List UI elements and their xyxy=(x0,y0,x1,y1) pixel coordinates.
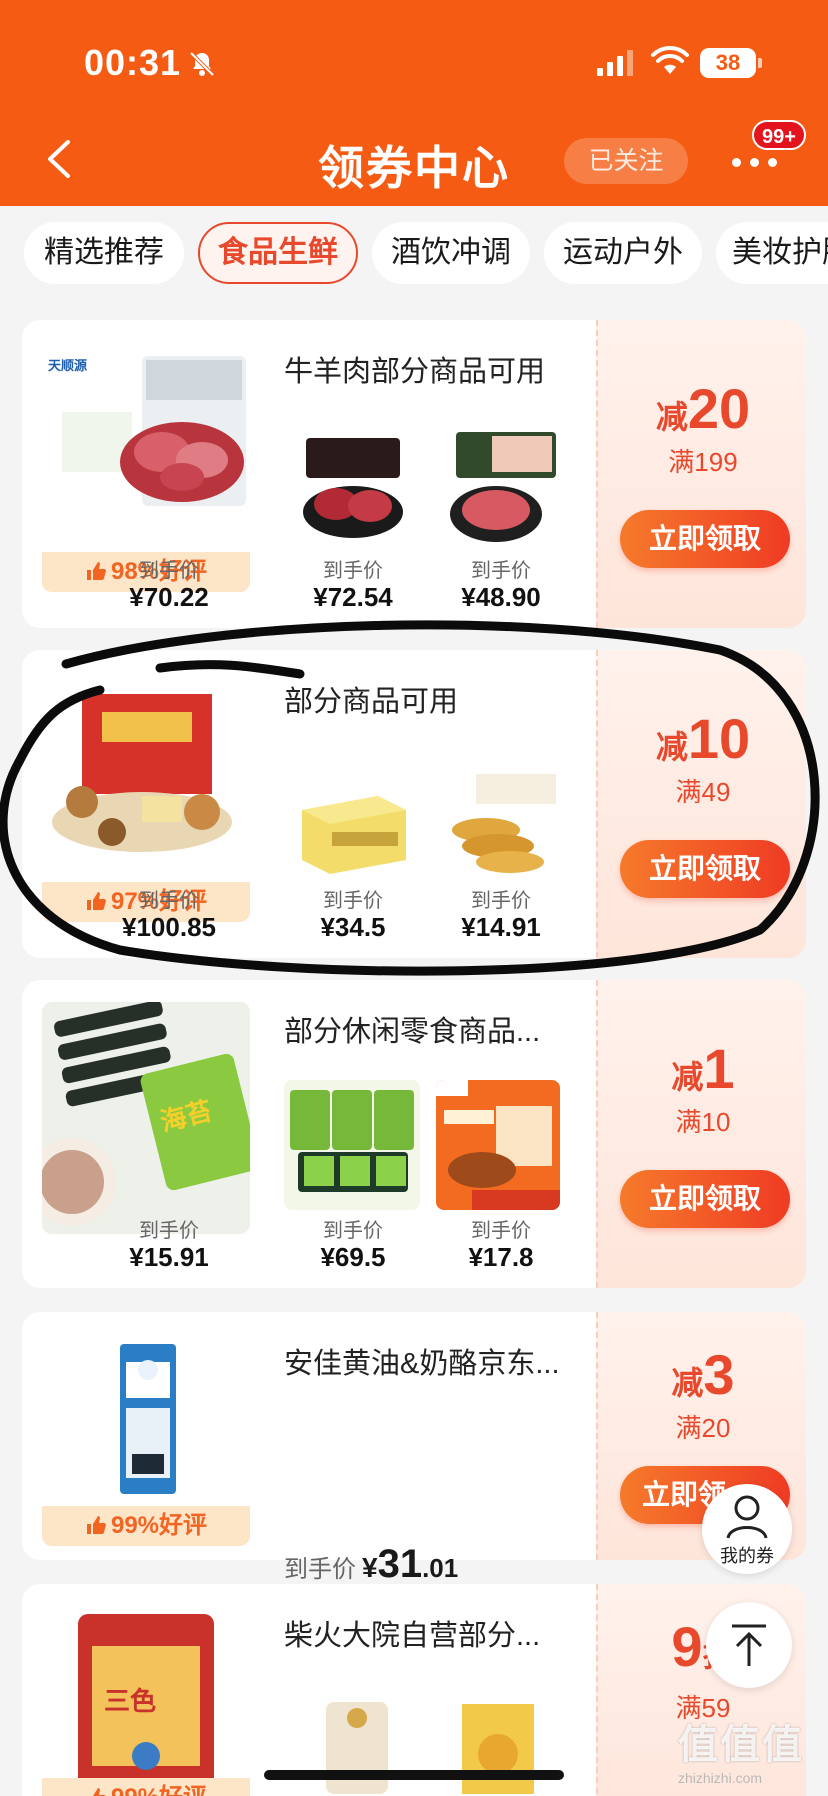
discount-condition: 满199 xyxy=(668,447,738,477)
arrow-up-icon xyxy=(732,1624,766,1666)
product-image-sliced-beef[interactable] xyxy=(436,420,566,550)
price-label: 到手价 xyxy=(323,1220,383,1242)
product-image-butter[interactable] xyxy=(42,1334,250,1506)
coupon-card: 97%好评 部分商品可用 到手价 ¥100.85 到手价 ¥34.5 到手价 ¥… xyxy=(22,650,806,958)
rating-text: 99%好评 xyxy=(111,1784,207,1796)
product-price: ¥17.8 xyxy=(468,1242,534,1272)
rating-badge: 99%好评 xyxy=(42,1778,250,1796)
price-integer: 31 xyxy=(377,1542,423,1586)
notification-badge: 99+ xyxy=(752,120,806,150)
page-title: 领券中心 xyxy=(318,142,510,194)
status-bar: 00:31 38 xyxy=(0,38,828,88)
signal-icon xyxy=(597,50,633,76)
coupon-title: 柴火大院自营部分... xyxy=(284,1620,541,1652)
battery-indicator: 38 xyxy=(700,48,762,78)
claim-coupon-button[interactable]: 立即领取 xyxy=(620,510,790,568)
product-image-pastry-rolls[interactable] xyxy=(436,750,566,880)
price-label: 到手价 xyxy=(139,890,199,912)
price-label: 到手价 xyxy=(323,890,383,912)
coupon-offer: 减20 满199 立即领取 xyxy=(596,320,806,628)
product-image-seaweed-pack[interactable] xyxy=(284,1080,420,1210)
product-price: ¥48.90 xyxy=(461,582,541,612)
product-image-spicy-snack[interactable] xyxy=(436,1080,560,1210)
discount-condition: 满49 xyxy=(675,777,731,807)
price-currency: ¥ xyxy=(362,1552,378,1583)
final-price: 到手价 ¥31.01 xyxy=(284,1542,458,1587)
coupon-title: 安佳黄油&奶酪京东... xyxy=(284,1348,560,1380)
tab-drinks[interactable]: 酒饮冲调 xyxy=(372,222,530,284)
svg-text:天顺源: 天顺源 xyxy=(48,358,87,374)
my-coupons-label: 我的券 xyxy=(720,1546,774,1566)
product-image-rice-bag[interactable]: 三色 xyxy=(42,1606,250,1796)
coupon-products[interactable]: 97%好评 部分商品可用 到手价 ¥100.85 到手价 ¥34.5 到手价 ¥… xyxy=(22,650,596,958)
my-coupons-button[interactable]: 我的券 xyxy=(702,1484,792,1574)
wifi-icon xyxy=(651,46,689,74)
category-tabs: 精选推荐 食品生鲜 酒饮冲调 运动户外 美妆护肤 xyxy=(0,222,828,288)
watermark-logo: 值值值 xyxy=(678,1723,804,1767)
thumb-up-icon xyxy=(86,1516,106,1534)
watermark: 值值值 zhizhizhi.com xyxy=(678,1712,804,1786)
home-indicator xyxy=(264,1770,564,1780)
discount-condition: 满20 xyxy=(675,1413,731,1443)
coupon-offer: 减1 满10 立即领取 xyxy=(596,980,806,1288)
product-price: ¥69.5 xyxy=(320,1242,386,1272)
price-label: 到手价 xyxy=(323,560,383,582)
product-price: ¥70.22 xyxy=(129,582,209,612)
tab-featured[interactable]: 精选推荐 xyxy=(24,222,184,284)
price-label: 到手价 xyxy=(139,560,199,582)
thumb-up-icon xyxy=(86,1788,106,1796)
coupon-card: 海苔 部分休闲零食商品... 到手价 ¥15.91 到手价 ¥69.5 到手价 … xyxy=(22,980,806,1288)
discount-amount: 减1 xyxy=(671,1037,735,1100)
user-icon xyxy=(726,1495,768,1539)
coupon-products[interactable]: 天顺源 98%好评 牛羊肉部分商品可用 到手价 ¥70.22 到手价 ¥72.5… xyxy=(22,320,596,628)
coupon-products[interactable]: 99%好评 安佳黄油&奶酪京东... 到手价 ¥31.01 xyxy=(22,1312,596,1586)
watermark-url: zhizhizhi.com xyxy=(678,1770,763,1786)
price-label: 到手价 xyxy=(471,890,531,912)
svg-text:三色: 三色 xyxy=(104,1686,156,1717)
coupon-title: 部分休闲零食商品... xyxy=(284,1016,541,1048)
back-to-top-button[interactable] xyxy=(706,1602,792,1688)
price-label: 到手价 xyxy=(284,1556,356,1583)
coupon-title: 部分商品可用 xyxy=(284,686,459,718)
tab-beauty[interactable]: 美妆护肤 xyxy=(716,222,828,284)
product-image-pastry-gift-box[interactable] xyxy=(42,672,250,880)
tab-fresh-food[interactable]: 食品生鲜 xyxy=(198,222,358,284)
coupon-products[interactable]: 海苔 部分休闲零食商品... 到手价 ¥15.91 到手价 ¥69.5 到手价 … xyxy=(22,980,596,1288)
product-image-steak[interactable] xyxy=(288,420,418,550)
discount-amount: 减10 xyxy=(655,707,751,770)
claim-coupon-button[interactable]: 立即领取 xyxy=(620,1170,790,1228)
dot-icon xyxy=(750,158,759,167)
price-decimal: .01 xyxy=(422,1553,459,1583)
price-label: 到手价 xyxy=(139,1220,199,1242)
nav-bar: 领券中心 已关注 99+ xyxy=(0,120,828,194)
coupon-products[interactable]: 三色 99%好评 柴火大院自营部分... xyxy=(22,1584,596,1796)
coupon-card: 99%好评 安佳黄油&奶酪京东... 到手价 ¥31.01 减3 满20 立即领 xyxy=(22,1312,806,1586)
product-image-lamb[interactable]: 天顺源 xyxy=(42,342,250,550)
product-image-seaweed-snack[interactable]: 海苔 xyxy=(42,1002,250,1234)
status-time: 00:31 xyxy=(84,42,182,83)
bell-muted-icon xyxy=(189,51,215,77)
product-price: ¥34.5 xyxy=(320,912,386,942)
coupon-offer: 减10 满49 立即领取 xyxy=(596,650,806,958)
product-price: ¥72.54 xyxy=(313,582,393,612)
price-label: 到手价 xyxy=(471,560,531,582)
discount-amount: 减3 xyxy=(671,1343,735,1406)
product-price: ¥15.91 xyxy=(129,1242,209,1272)
discount-amount: 减20 xyxy=(655,377,751,440)
rating-text: 99%好评 xyxy=(110,1512,208,1539)
app-header: 00:31 38 领券中心 已关注 99+ xyxy=(0,0,828,206)
coupon-card: 天顺源 98%好评 牛羊肉部分商品可用 到手价 ¥70.22 到手价 ¥72.5… xyxy=(22,320,806,628)
product-price: ¥14.91 xyxy=(461,912,541,942)
price-label: 到手价 xyxy=(471,1220,531,1242)
dot-icon xyxy=(768,158,777,167)
tab-outdoor[interactable]: 运动户外 xyxy=(544,222,702,284)
dot-icon xyxy=(732,158,741,167)
follow-button[interactable]: 已关注 xyxy=(564,138,688,184)
rating-badge: 99%好评 xyxy=(42,1506,250,1546)
coupon-title: 牛羊肉部分商品可用 xyxy=(284,356,546,388)
claim-coupon-button[interactable]: 立即领取 xyxy=(620,840,790,898)
discount-condition: 满10 xyxy=(675,1107,731,1137)
product-image-toast-box[interactable] xyxy=(288,750,418,880)
product-price: ¥100.85 xyxy=(122,912,216,942)
